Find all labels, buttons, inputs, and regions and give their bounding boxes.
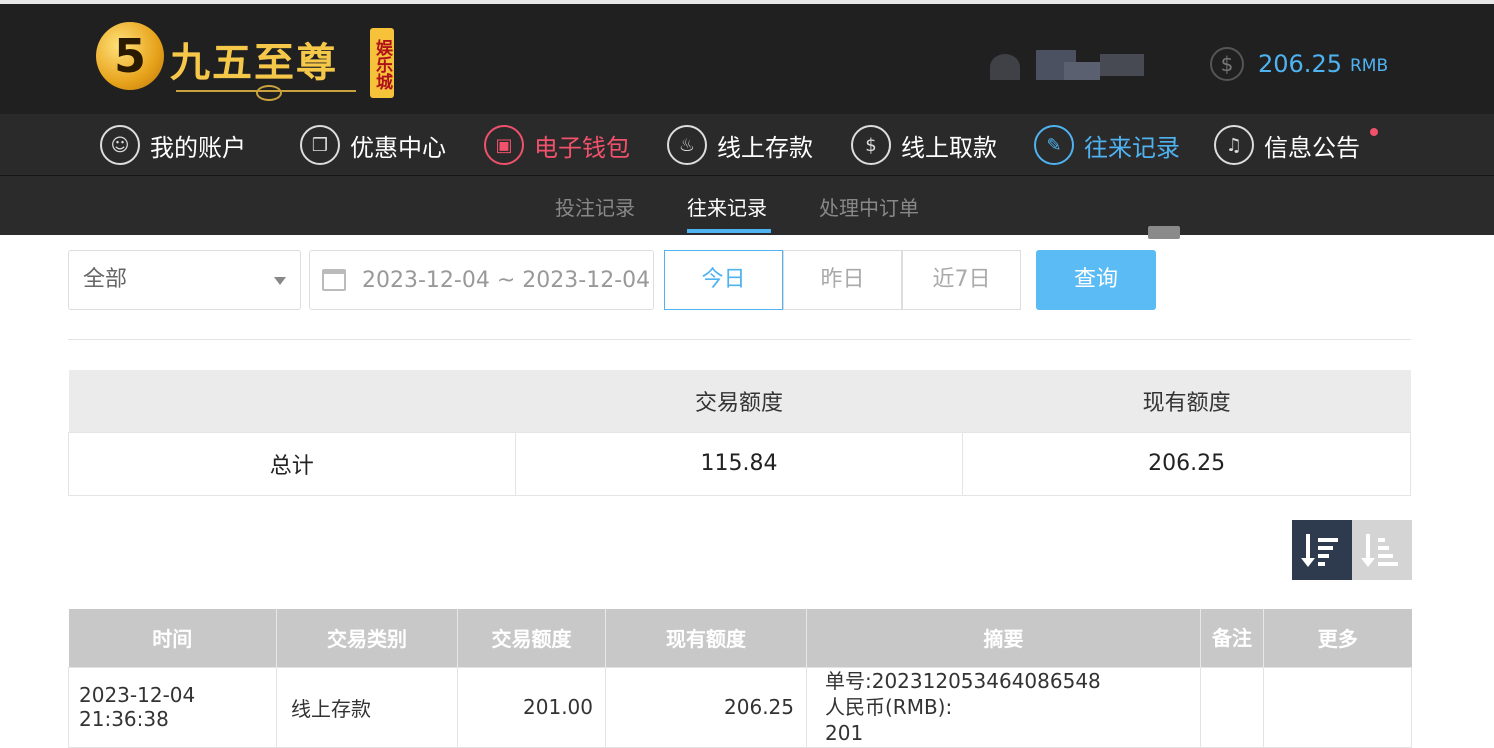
top-header: 5 九五至尊 娱乐城 $ 206.25 RMB <box>0 0 1494 114</box>
nav-promotions[interactable]: ❒ 优惠中心 <box>300 124 446 166</box>
logo-badge: 5 <box>96 22 164 90</box>
type-select-value: 全部 <box>83 267 128 292</box>
notification-dot <box>1370 128 1378 136</box>
summary-header-row: 交易额度 现有额度 <box>68 370 1411 432</box>
deposit-icon: ♨ <box>667 125 707 165</box>
nav-my-account[interactable]: ☺ 我的账户 <box>100 124 246 166</box>
logo-text: 九五至尊 <box>170 39 338 86</box>
cell-more[interactable] <box>1263 666 1412 748</box>
nav-label: 往来记录 <box>1084 133 1180 162</box>
active-tab-indicator <box>687 229 771 233</box>
date-range-value: 2023-12-04 ~ 2023-12-04 <box>362 267 651 293</box>
coin-icon: $ <box>1210 47 1244 81</box>
column-header-type[interactable]: 交易类别 <box>276 609 458 667</box>
quick-yesterday-button[interactable]: 昨日 <box>783 250 902 310</box>
query-button[interactable]: 查询 <box>1036 250 1156 310</box>
cell-time: 2023-12-04 21:36:38 <box>68 666 277 748</box>
sort-asc-icon <box>1361 532 1400 568</box>
column-header-balance[interactable]: 现有额度 <box>605 609 807 667</box>
gift-icon: ❒ <box>300 125 340 165</box>
nav-label: 我的账户 <box>150 133 246 162</box>
summary-header <box>68 370 516 432</box>
logo-ornament <box>176 85 356 101</box>
cell-amount: 201.00 <box>457 666 606 748</box>
nav-online-withdraw[interactable]: $ 线上取款 <box>851 124 997 166</box>
table-header-row: 时间 交易类别 交易额度 现有额度 摘要 备注 更多 <box>68 609 1412 667</box>
type-select[interactable]: 全部 <box>68 250 301 310</box>
balance-value: 206.25 <box>1258 50 1342 78</box>
nav-label: 优惠中心 <box>350 133 446 162</box>
calendar-icon <box>322 269 346 291</box>
main-nav: ☺ 我的账户 ❒ 优惠中心 ▣ 电子钱包 ♨ 线上存款 $ 线上取款 ✎ 往来记… <box>0 114 1494 176</box>
column-header-more[interactable]: 更多 <box>1263 609 1412 667</box>
summary-header: 交易额度 <box>515 370 963 432</box>
bell-icon: ♫ <box>1214 125 1254 165</box>
quick-today-button[interactable]: 今日 <box>664 250 783 310</box>
cell-balance: 206.25 <box>605 666 807 748</box>
nav-label: 线上存款 <box>717 133 813 162</box>
nav-online-deposit[interactable]: ♨ 线上存款 <box>667 124 813 166</box>
cell-type: 线上存款 <box>276 666 458 748</box>
tooltip-marker <box>1148 226 1180 239</box>
table-row: 2023-12-04 21:36:38 线上存款 201.00 206.25 单… <box>68 666 1412 748</box>
summary-balance-total: 206.25 <box>962 431 1411 496</box>
tab-pending-orders[interactable]: 处理中订单 <box>819 192 919 221</box>
summary-row: 总计 115.84 206.25 <box>68 431 1411 496</box>
nav-records[interactable]: ✎ 往来记录 <box>1034 124 1180 166</box>
cell-summary: 单号:202312053464086548 人民币(RMB): 201 <box>806 666 1201 748</box>
column-header-summary[interactable]: 摘要 <box>806 609 1201 667</box>
sort-ascending-button[interactable] <box>1352 520 1412 580</box>
summary-header: 现有额度 <box>962 370 1411 432</box>
column-header-amount[interactable]: 交易额度 <box>457 609 606 667</box>
date-range-picker[interactable]: 2023-12-04 ~ 2023-12-04 <box>309 250 654 310</box>
user-icon: ☺ <box>100 125 140 165</box>
nav-label: 信息公告 <box>1264 133 1360 162</box>
records-icon: ✎ <box>1034 125 1074 165</box>
nav-label: 线上取款 <box>901 133 997 162</box>
tab-transaction-records[interactable]: 往来记录 <box>687 192 767 221</box>
quick-7days-button[interactable]: 近7日 <box>902 250 1021 310</box>
summary-table: 交易额度 现有额度 总计 115.84 206.25 <box>68 370 1411 496</box>
transactions-table: 时间 交易类别 交易额度 现有额度 摘要 备注 更多 2023-12-04 21… <box>68 609 1412 748</box>
summary-value: 201 <box>825 721 864 745</box>
chevron-down-icon <box>274 277 286 285</box>
summary-order-no: 单号:202312053464086548 <box>825 669 1101 693</box>
column-header-time[interactable]: 时间 <box>68 609 277 667</box>
logo-tag: 娱乐城 <box>370 28 394 98</box>
nav-announcements[interactable]: ♫ 信息公告 <box>1214 124 1378 166</box>
summary-label: 总计 <box>68 431 516 496</box>
tab-bet-records[interactable]: 投注记录 <box>555 192 635 221</box>
column-header-remark[interactable]: 备注 <box>1200 609 1264 667</box>
sub-nav: 投注记录 往来记录 处理中订单 <box>0 176 1494 235</box>
nav-label: 电子钱包 <box>534 133 630 162</box>
wallet-icon: ▣ <box>484 125 524 165</box>
sort-descending-button[interactable] <box>1292 520 1352 580</box>
withdraw-icon: $ <box>851 125 891 165</box>
account-balance: $ 206.25 RMB <box>1210 46 1388 82</box>
divider <box>68 339 1411 340</box>
summary-transaction-total: 115.84 <box>514 431 964 496</box>
site-logo[interactable]: 5 九五至尊 娱乐城 <box>96 22 396 102</box>
cell-remark <box>1200 666 1264 748</box>
summary-currency: 人民币(RMB): <box>825 695 953 719</box>
balance-unit: RMB <box>1349 56 1389 76</box>
sort-desc-icon <box>1301 532 1340 568</box>
blurred-username <box>990 48 1150 80</box>
nav-e-wallet[interactable]: ▣ 电子钱包 <box>484 124 630 166</box>
